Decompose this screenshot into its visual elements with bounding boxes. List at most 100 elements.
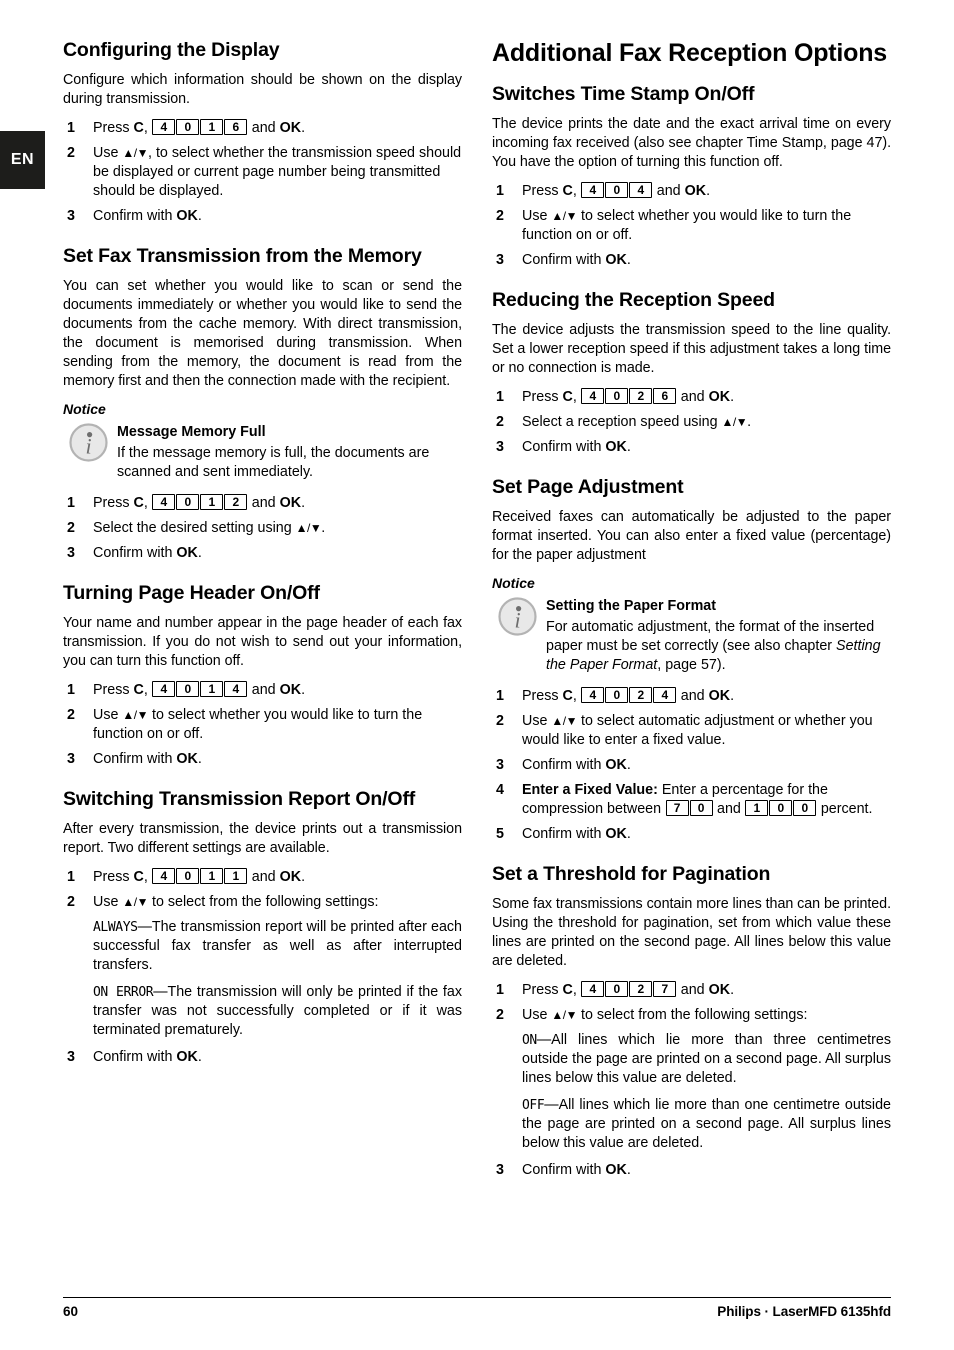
step-number: 1 <box>67 869 75 886</box>
section-configuring-display: Configuring the Display Configure which … <box>63 38 462 226</box>
keycap: 4 <box>224 681 248 698</box>
step-comma: , <box>572 687 581 704</box>
step-comma: , <box>572 388 581 405</box>
keycap-group: 4011 <box>152 868 248 885</box>
keycap-group: 4016 <box>152 119 248 136</box>
keycap: 6 <box>653 387 677 404</box>
step-number: 1 <box>67 682 75 699</box>
step-item: 3 Confirm with OK. <box>63 1048 462 1067</box>
notice-body: Setting the Paper Format For automatic a… <box>546 596 891 675</box>
key-ok: OK <box>605 756 627 773</box>
arrow-up-down-icon: ▲/▼ <box>551 713 577 728</box>
step-text-before: Confirm with <box>522 251 606 268</box>
step-comma: , <box>572 981 581 998</box>
step-comma: , <box>143 682 152 699</box>
key-ok: OK <box>708 687 731 704</box>
section-heading: Switches Time Stamp On/Off <box>492 82 755 105</box>
section-heading: Turning Page Header On/Off <box>63 581 320 604</box>
section-intro-paragraph: The device adjusts the transmission spee… <box>492 321 891 376</box>
step-period: . <box>730 388 735 405</box>
keycap: 4 <box>629 181 653 198</box>
notice-title: Message Memory Full <box>117 424 266 441</box>
step-text-after: . <box>321 519 326 536</box>
step-item: 2 Select a reception speed using ▲/▼. <box>492 413 891 432</box>
option-text: —All lines which lie more than three cen… <box>522 1031 891 1086</box>
step-text-prefix: Press <box>522 687 563 704</box>
key-c: C <box>562 981 573 998</box>
step-number: 3 <box>496 251 504 268</box>
arrow-up-down-icon: ▲/▼ <box>122 146 148 161</box>
right-column: Additional Fax Reception Options Switche… <box>492 38 891 1186</box>
option-label: ON ERROR <box>93 985 154 1001</box>
step-list: 1 Press C, 4011 and OK. 2 Use ▲/▼ to sel… <box>63 868 462 912</box>
step-number: 3 <box>67 544 75 561</box>
keycap: 2 <box>629 686 653 703</box>
step-period: . <box>197 1049 202 1066</box>
step-period: . <box>730 687 735 704</box>
step-text-before: Select a reception speed using <box>522 413 722 430</box>
section-time-stamp: Switches Time Stamp On/Off The device pr… <box>492 82 891 270</box>
step-list-final: 3 Confirm with OK. <box>492 1161 891 1180</box>
step-period: . <box>301 494 306 511</box>
step-list: 1 Press C, 404 and OK. 2 Use ▲/▼ to sele… <box>492 181 891 270</box>
left-column: Configuring the Display Configure which … <box>63 38 462 1186</box>
key-c: C <box>133 682 144 699</box>
keycap: 2 <box>629 387 653 404</box>
section-intro-paragraph: The device prints the date and the exact… <box>492 115 891 170</box>
arrow-up-down-icon: ▲/▼ <box>721 414 748 429</box>
keycap: 4 <box>152 681 176 698</box>
step-item: 2 Use ▲/▼ to select from the following s… <box>63 893 462 912</box>
step-text-and: and <box>247 494 280 511</box>
step-item: 1 Press C, 4027 and OK. <box>492 980 891 1000</box>
keycap: 4 <box>152 119 176 136</box>
notice-text-after: , page 57). <box>657 656 726 673</box>
step-comma: , <box>143 494 152 511</box>
keycap: 4 <box>653 686 677 703</box>
key-ok: OK <box>176 208 198 225</box>
step-comma: , <box>143 120 152 137</box>
section-heading: Configuring the Display <box>63 39 280 61</box>
step-text-before: Use <box>522 207 552 224</box>
keycap: 2 <box>629 980 653 997</box>
step-number: 2 <box>67 145 75 162</box>
section-page-header: Turning Page Header On/Off Your name and… <box>63 581 462 769</box>
keycap-group: 4026 <box>581 387 677 405</box>
section-intro-paragraph: Your name and number appear in the page … <box>63 615 462 670</box>
step-item: 1 Press C, 4016 and OK. <box>63 119 462 138</box>
keycap: 0 <box>605 181 629 198</box>
section-heading: Set a Threshold for Pagination <box>492 862 771 885</box>
keycap: 1 <box>200 493 224 510</box>
step-text-prefix: Press <box>522 981 563 998</box>
keycap: 0 <box>176 681 200 698</box>
keycap: 4 <box>152 868 176 885</box>
key-c: C <box>133 120 144 137</box>
step-text-before: Use <box>93 894 123 911</box>
step-bold-lead: Enter a Fixed Value: <box>522 781 658 798</box>
section-pagination-threshold: Set a Threshold for Pagination Some fax … <box>492 862 891 1180</box>
option-label: ALWAYS <box>93 920 138 936</box>
section-page-adjustment: Set Page Adjustment Received faxes can a… <box>492 475 891 844</box>
info-icon: i <box>498 597 537 636</box>
option-off: OFF—All lines which lie more than one ce… <box>522 1096 891 1153</box>
keycap-group: 4024 <box>581 686 677 704</box>
step-list: 1 Press C, 4014 and OK. 2 Use ▲/▼ to sel… <box>63 681 462 769</box>
option-always: ALWAYS—The transmission report will be p… <box>93 918 462 975</box>
step-text-after: . <box>747 413 752 430</box>
key-c: C <box>562 388 573 405</box>
step-number: 5 <box>496 825 504 842</box>
keycap: 1 <box>200 868 224 885</box>
step-item: 2 Select the desired setting using ▲/▼. <box>63 519 462 538</box>
step-text-and: and <box>652 182 685 199</box>
step-text-and: and <box>676 388 709 405</box>
section-intro-paragraph: Received faxes can automatically be adju… <box>492 509 891 564</box>
step-item: 3 Confirm with OK. <box>492 1161 891 1180</box>
step-number: 3 <box>496 438 504 455</box>
step-item: 2 Use ▲/▼ to select from the following s… <box>492 1006 891 1025</box>
step-text-after: percent. <box>816 800 873 817</box>
section-reception-speed: Reducing the Reception Speed The device … <box>492 288 891 457</box>
step-number: 2 <box>67 894 75 911</box>
step-text-prefix: Press <box>522 182 563 199</box>
keycap: 4 <box>581 387 605 404</box>
step-item: 3 Confirm with OK. <box>492 438 891 457</box>
option-label: OFF <box>522 1097 545 1113</box>
